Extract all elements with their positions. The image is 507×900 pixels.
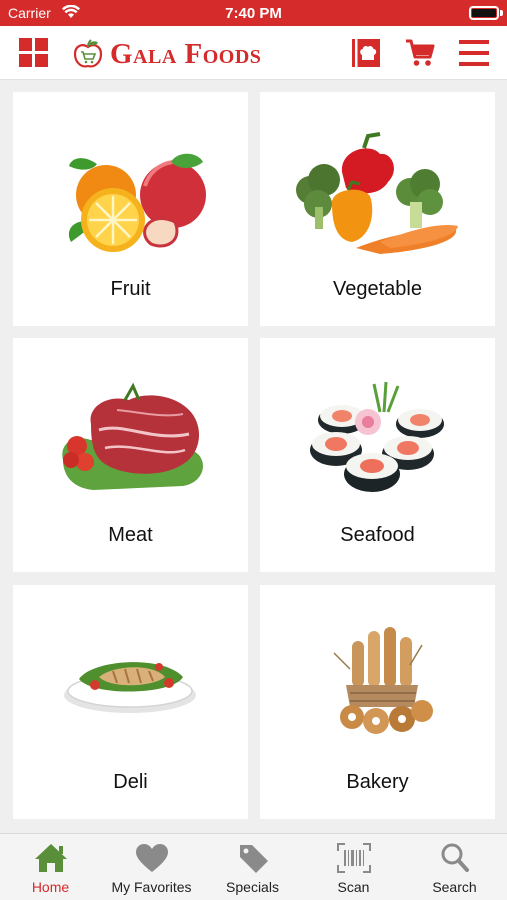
category-tile-seafood[interactable]: Seafood	[260, 338, 495, 572]
battery-icon	[469, 6, 499, 20]
search-icon	[441, 843, 469, 872]
category-label: Seafood	[340, 524, 415, 546]
category-tile-meat[interactable]: Meat	[13, 338, 248, 572]
recipes-button[interactable]	[347, 34, 385, 72]
battery-tip	[500, 10, 503, 16]
status-bar: Carrier 7:40 PM	[0, 0, 507, 26]
bottom-tab-bar: Home My Favorites Specials Scan Search	[0, 833, 507, 900]
category-label: Vegetable	[333, 278, 422, 300]
category-tile-vegetable[interactable]: Vegetable	[260, 92, 495, 326]
tab-label: Search	[432, 879, 477, 895]
category-tile-deli[interactable]: Deli	[13, 585, 248, 819]
tab-home[interactable]: Home	[0, 834, 101, 900]
meat-image	[62, 382, 203, 490]
menu-button[interactable]	[455, 34, 493, 72]
seafood-image	[310, 381, 444, 492]
chef-book-icon	[352, 39, 380, 67]
hamburger-icon	[459, 40, 489, 66]
brand-name: Gala Foods	[110, 37, 262, 70]
cart-icon	[406, 39, 435, 66]
categories-grid-button[interactable]	[15, 34, 53, 72]
bakery-image	[333, 627, 433, 734]
category-tile-fruit[interactable]: Fruit	[13, 92, 248, 326]
tab-scan[interactable]: Scan	[303, 834, 404, 900]
grid-icon	[19, 38, 49, 68]
category-label: Fruit	[110, 278, 151, 300]
tag-icon	[240, 845, 268, 873]
category-tile-bakery[interactable]: Bakery	[260, 585, 495, 819]
deli-image	[64, 662, 196, 713]
category-label: Meat	[108, 524, 153, 546]
gala-foods-logo[interactable]: Gala Foods	[72, 38, 261, 70]
home-icon	[35, 844, 67, 872]
heart-icon	[136, 844, 168, 872]
category-label: Deli	[113, 771, 148, 793]
tab-search[interactable]: Search	[404, 834, 505, 900]
category-label: Bakery	[346, 771, 409, 793]
apple-cart-icon	[73, 39, 103, 68]
tab-label: Home	[31, 879, 70, 895]
status-time: 7:40 PM	[225, 5, 282, 22]
app-header: Gala Foods	[0, 26, 507, 80]
tab-label: Specials	[226, 879, 279, 895]
tab-label: My Favorites	[111, 879, 192, 895]
tab-specials[interactable]: Specials	[202, 834, 303, 900]
fruit-image	[68, 153, 206, 252]
vegetable-image	[296, 132, 458, 254]
barcode-icon	[337, 843, 371, 873]
tab-label: Scan	[337, 879, 370, 895]
cart-button[interactable]	[401, 34, 439, 72]
tab-my-favorites[interactable]: My Favorites	[101, 834, 202, 900]
